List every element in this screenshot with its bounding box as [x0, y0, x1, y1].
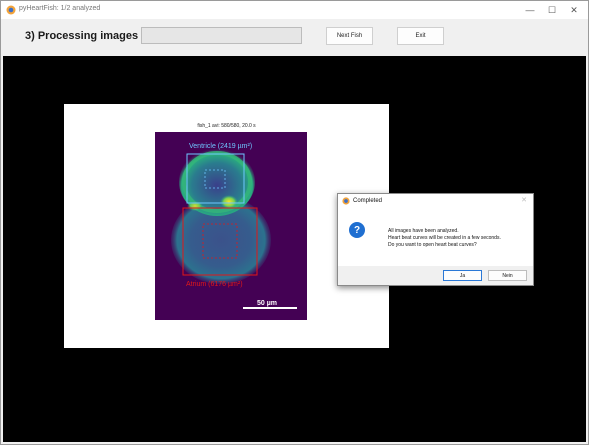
yes-button[interactable]: Ja: [443, 270, 482, 281]
dialog-close-button[interactable]: ✕: [521, 196, 527, 204]
maximize-button[interactable]: ☐: [541, 2, 563, 18]
close-button[interactable]: ✕: [563, 2, 585, 18]
heart-image: Ventricle (2419 µm²) Atrium (6176 µm²) 5…: [155, 132, 307, 320]
dialog-body: ? All images have been analyzed. Heart b…: [338, 209, 533, 266]
scale-bar: [243, 307, 297, 309]
dialog-title-bar[interactable]: Completed ✕: [338, 194, 533, 209]
completed-dialog: Completed ✕ ? All images have been analy…: [337, 193, 534, 286]
image-title: fish_1 avi: 580/580, 20.0 s: [197, 123, 256, 129]
dialog-message-line-1: All images have been analyzed.: [388, 228, 459, 234]
section-title: 3) Processing images: [25, 30, 139, 42]
no-button[interactable]: Nein: [488, 270, 527, 281]
dialog-title: Completed: [353, 198, 383, 204]
dialog-footer: Ja Nein: [338, 266, 533, 285]
ventricle-label: Ventricle (2419 µm²): [189, 143, 252, 150]
title-bar[interactable]: pyHeartFish: 1/2 analyzed — ☐ ✕: [1, 1, 588, 19]
dialog-message-line-2: Heart beat curves will be created in a f…: [388, 235, 501, 241]
progress-bar: [141, 27, 302, 44]
app-icon: [342, 197, 350, 205]
minimize-button[interactable]: —: [519, 2, 541, 18]
atrium-label: Atrium (6176 µm²): [186, 281, 243, 288]
toolbar: 3) Processing images Next Fish Exit: [1, 19, 588, 56]
next-fish-button[interactable]: Next Fish: [326, 27, 373, 45]
app-window: pyHeartFish: 1/2 analyzed — ☐ ✕ 3) Proce…: [0, 0, 589, 445]
question-icon: ?: [349, 222, 365, 238]
exit-button[interactable]: Exit: [397, 27, 444, 45]
dialog-message-line-3: Do you want to open heart beat curves?: [388, 242, 477, 248]
window-title: pyHeartFish: 1/2 analyzed: [19, 5, 101, 12]
scalebar-label: 50 µm: [257, 300, 277, 307]
bright-spot: [220, 195, 238, 209]
app-icon: [6, 5, 16, 15]
